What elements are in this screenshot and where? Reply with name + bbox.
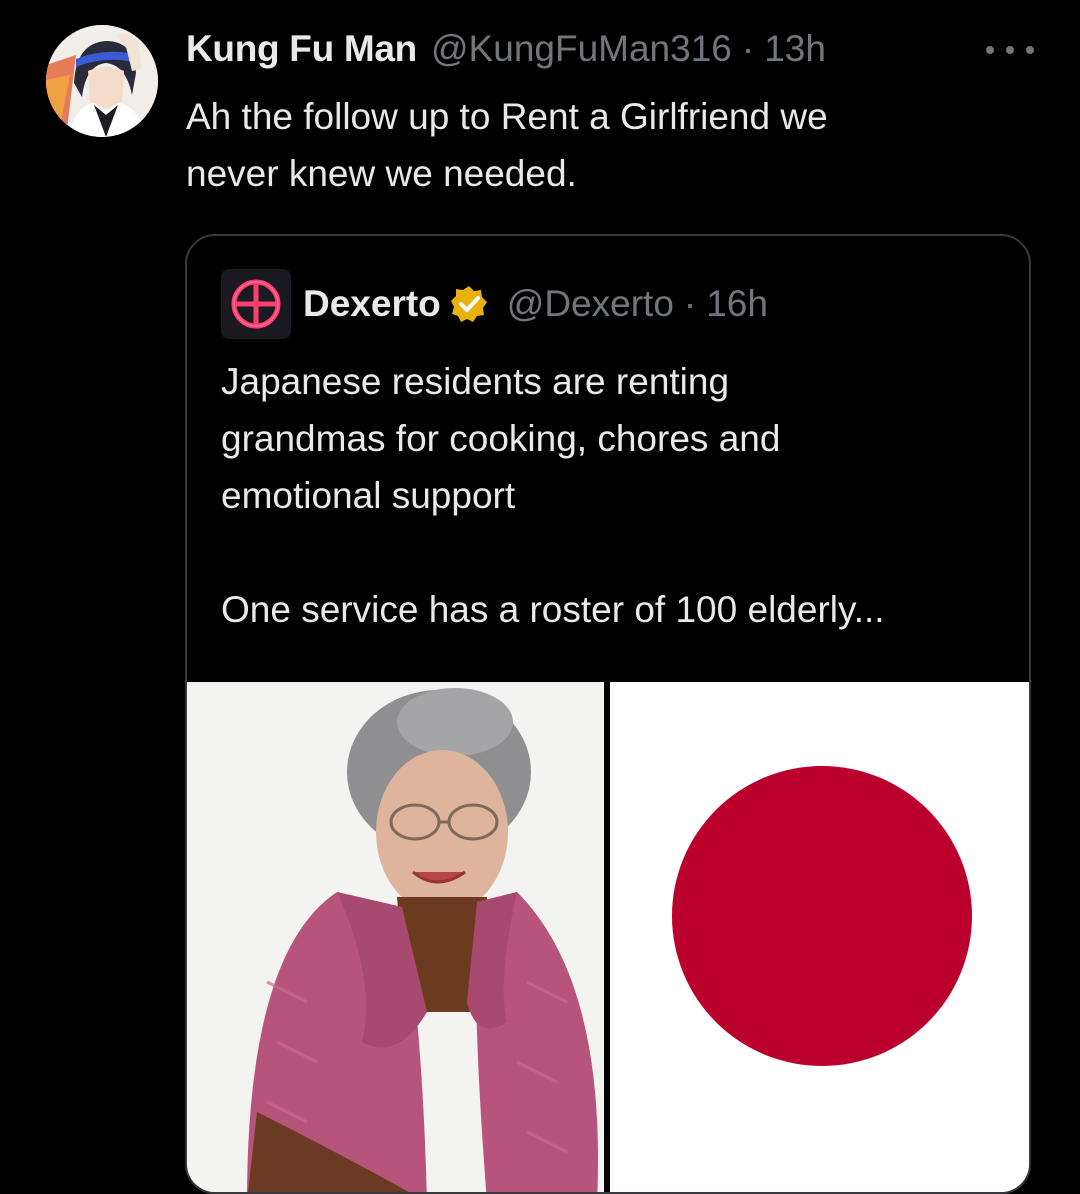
elderly-woman-photo[interactable] bbox=[187, 682, 604, 1192]
quoted-author-avatar[interactable] bbox=[221, 269, 291, 339]
tweet-header: Kung Fu Man @KungFuMan316 · 13h bbox=[186, 28, 826, 76]
more-dot bbox=[1006, 46, 1014, 54]
quoted-header-separator: · bbox=[683, 283, 697, 324]
author-handle[interactable]: @KungFuMan316 bbox=[431, 28, 732, 70]
header-separator: · bbox=[741, 28, 755, 69]
quoted-author-handle[interactable]: @Dexerto bbox=[507, 283, 674, 325]
more-dot bbox=[986, 46, 994, 54]
more-dot bbox=[1026, 46, 1034, 54]
japan-flag[interactable] bbox=[610, 682, 1029, 1192]
dexerto-logo bbox=[221, 269, 291, 339]
quoted-tweet-timestamp[interactable]: 16h bbox=[706, 283, 768, 325]
quoted-tweet-text: Japanese residents are renting grandmas … bbox=[221, 361, 885, 630]
more-dots-icon[interactable] bbox=[986, 40, 1034, 60]
media-grid bbox=[187, 682, 1029, 1192]
author-display-name[interactable]: Kung Fu Man bbox=[186, 28, 417, 70]
verified-badge-icon[interactable] bbox=[449, 284, 489, 324]
quoted-tweet-header: Dexerto @Dexerto · 16h bbox=[303, 280, 768, 328]
quoted-author-display-name[interactable]: Dexerto bbox=[303, 283, 441, 325]
tweet-timestamp[interactable]: 13h bbox=[764, 28, 826, 70]
author-avatar[interactable] bbox=[46, 25, 158, 137]
tweet-text: Ah the follow up to Rent a Girlfriend we… bbox=[186, 96, 828, 194]
quoted-tweet[interactable]: Dexerto @Dexerto · 16h Japanese resident… bbox=[185, 234, 1031, 1194]
tweet[interactable]: Kung Fu Man @KungFuMan316 · 13h Ah the f… bbox=[0, 0, 1080, 1194]
